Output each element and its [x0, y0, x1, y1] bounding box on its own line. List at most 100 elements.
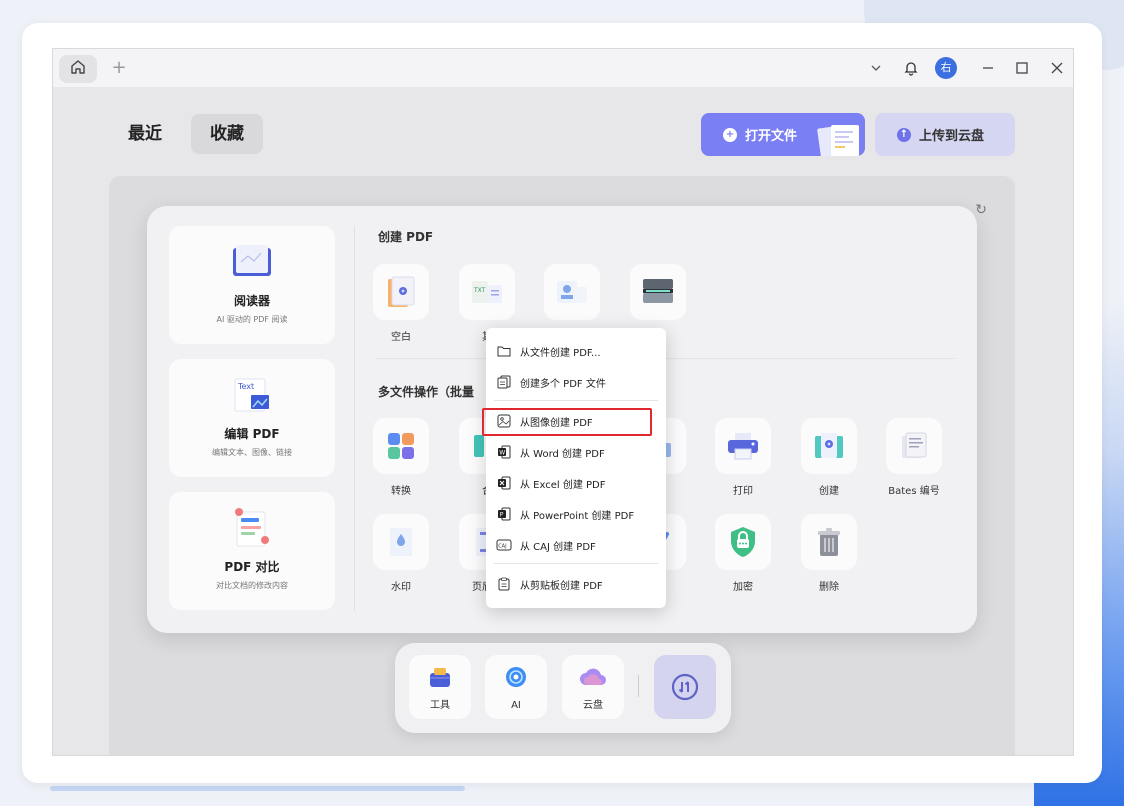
- svg-text:Text: Text: [237, 382, 254, 391]
- tool-image[interactable]: [543, 264, 601, 328]
- word-icon: W: [496, 444, 512, 460]
- excel-icon: [496, 475, 512, 491]
- tool-blank[interactable]: 空白: [372, 264, 430, 343]
- caj-icon: CAJ: [496, 537, 512, 553]
- compare-icon: [235, 508, 269, 547]
- menu-item-label: 从 Excel 创建 PDF: [520, 479, 606, 491]
- menu-item-label: 从文件创建 PDF...: [520, 347, 601, 359]
- home-tab[interactable]: [59, 55, 97, 83]
- card-title: 阅读器: [233, 294, 270, 308]
- dock-label: AI: [511, 700, 521, 711]
- reader-card[interactable]: 阅读器 AI 驱动的 PDF 阅读: [169, 226, 335, 344]
- menu-item-from-file[interactable]: 从文件创建 PDF...: [496, 337, 658, 365]
- upload-arrow-icon: ↑: [897, 127, 911, 142]
- tool-watermark[interactable]: 水印: [372, 514, 430, 593]
- encrypt-icon: [731, 527, 755, 557]
- tool-convert[interactable]: 转换: [372, 418, 430, 497]
- card-subtitle: 编辑文本、图像、链接: [212, 448, 292, 457]
- card-subtitle: AI 驱动的 PDF 阅读: [216, 315, 288, 324]
- create-pdf-title: 创建 PDF: [378, 230, 434, 244]
- menu-item-from-excel[interactable]: 从 Excel 创建 PDF: [496, 469, 658, 497]
- menu-item-from-caj[interactable]: CAJ 从 CAJ 创建 PDF: [496, 531, 658, 559]
- image-doc-icon: [557, 281, 587, 303]
- pdf-compare-card[interactable]: PDF 对比 对比文档的修改内容: [169, 492, 335, 610]
- tool-delete[interactable]: 删除: [800, 514, 858, 593]
- menu-item-label: 从 PowerPoint 创建 PDF: [520, 510, 635, 522]
- menu-item-label: 创建多个 PDF 文件: [520, 378, 606, 390]
- dock-sync-button[interactable]: [654, 655, 716, 719]
- menu-item-from-clipboard[interactable]: 从剪贴板创建 PDF: [496, 570, 658, 598]
- tool-bates[interactable]: Bates 编号: [885, 418, 943, 497]
- convert-icon: [388, 433, 414, 459]
- dock-label: 云盘: [583, 700, 603, 711]
- avatar[interactable]: 右: [935, 57, 957, 79]
- card-subtitle: 对比文档的修改内容: [216, 581, 288, 590]
- menu-separator: [494, 563, 658, 564]
- reader-icon: [233, 245, 271, 276]
- menu-item-from-word[interactable]: W 从 Word 创建 PDF: [496, 438, 658, 466]
- documents-icon: [817, 125, 859, 156]
- watermark-icon: [390, 528, 412, 556]
- powerpoint-icon: P: [496, 506, 512, 522]
- tab-favorites[interactable]: 收藏: [191, 114, 263, 154]
- card-title: 编辑 PDF: [224, 427, 280, 441]
- title-bar: + 右: [53, 49, 1073, 87]
- ai-icon: [506, 667, 526, 687]
- background-line: [50, 786, 465, 791]
- edit-text-icon: Text: [234, 378, 269, 412]
- maximize-icon[interactable]: [1011, 57, 1033, 79]
- dock-ai[interactable]: AI: [485, 655, 547, 719]
- open-file-label: 打开文件: [745, 129, 798, 144]
- tool-label: 创建: [819, 486, 839, 497]
- svg-text:W: W: [499, 450, 505, 457]
- dock-label: 工具: [430, 700, 450, 711]
- close-icon[interactable]: [1046, 57, 1068, 79]
- tool-create[interactable]: 创建: [800, 418, 858, 497]
- tool-label: 转换: [391, 486, 411, 497]
- print-icon: [728, 433, 758, 460]
- blank-doc-icon: [388, 276, 415, 307]
- edit-pdf-card[interactable]: Text 编辑 PDF 编辑文本、图像、链接: [169, 359, 335, 477]
- bottom-dock: 工具 AI 云盘: [395, 643, 731, 733]
- batch-title: 多文件操作（批量: [378, 385, 475, 399]
- multi-file-icon: [496, 374, 512, 390]
- chevron-down-icon[interactable]: [865, 57, 887, 79]
- upload-cloud-button[interactable]: ↑ 上传到云盘: [875, 113, 1015, 156]
- tools-icon: [430, 668, 450, 687]
- tab-recent[interactable]: 最近: [119, 114, 171, 154]
- menu-item-from-powerpoint[interactable]: P 从 PowerPoint 创建 PDF: [496, 500, 658, 528]
- menu-item-multiple[interactable]: 创建多个 PDF 文件: [496, 368, 658, 396]
- delete-icon: [818, 528, 840, 556]
- tool-label: 打印: [733, 486, 753, 497]
- scanner-icon: [643, 279, 673, 303]
- menu-item-label: 从 Word 创建 PDF: [520, 448, 605, 460]
- upload-label: 上传到云盘: [919, 129, 985, 144]
- tool-label: 加密: [733, 582, 753, 593]
- card-title: PDF 对比: [224, 560, 280, 574]
- bates-icon: [902, 432, 927, 458]
- tool-label: 水印: [391, 582, 411, 593]
- open-file-button[interactable]: + 打开文件: [701, 113, 865, 156]
- new-tab-button[interactable]: +: [109, 55, 129, 81]
- folder-icon: [496, 343, 512, 359]
- other-icon: TXT: [472, 281, 502, 303]
- dock-tools[interactable]: 工具: [409, 655, 471, 719]
- divider: [638, 675, 639, 697]
- svg-text:TXT: TXT: [473, 287, 486, 294]
- svg-text:CAJ: CAJ: [498, 543, 506, 549]
- menu-item-label: 从 CAJ 创建 PDF: [520, 541, 596, 553]
- tool-encrypt[interactable]: 加密: [714, 514, 772, 593]
- plus-circle-icon: +: [723, 127, 737, 142]
- tool-print[interactable]: 打印: [714, 418, 772, 497]
- dock-cloud[interactable]: 云盘: [562, 655, 624, 719]
- cloud-icon: [580, 668, 606, 685]
- sync-icon: [671, 673, 699, 701]
- tool-label: 删除: [819, 582, 839, 593]
- bell-icon[interactable]: [900, 57, 922, 79]
- svg-text:P: P: [500, 512, 504, 519]
- minimize-icon[interactable]: [977, 57, 999, 79]
- highlight-box: [482, 408, 652, 436]
- menu-item-label: 从剪贴板创建 PDF: [520, 580, 603, 592]
- create-icon: [815, 433, 843, 458]
- refresh-icon[interactable]: ↻: [975, 202, 987, 218]
